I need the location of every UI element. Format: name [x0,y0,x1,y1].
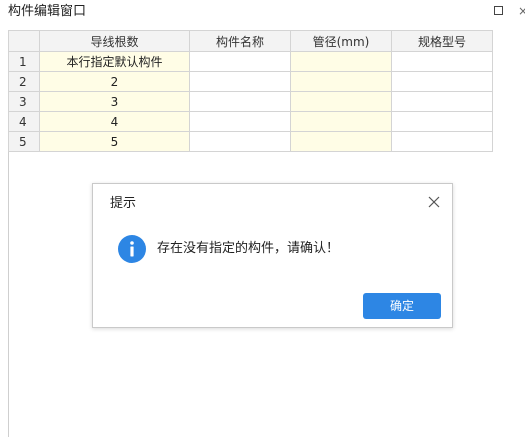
spec-model-cell[interactable] [391,131,493,152]
table-row: 1 本行指定默认构件 [8,51,493,72]
spec-model-cell[interactable] [391,91,493,112]
window-title: 构件编辑窗口 [8,4,87,19]
column-header-spec-model[interactable]: 规格型号 [391,30,493,52]
grid-header-row: 导线根数 构件名称 管径(mm) 规格型号 [8,30,493,52]
wire-count-cell[interactable]: 4 [39,111,190,132]
info-icon [118,235,146,263]
row-number[interactable]: 1 [8,51,40,72]
confirm-dialog: 提示 存在没有指定的构件，请确认！ 确定 [92,183,453,328]
column-header-wire-count[interactable]: 导线根数 [39,30,190,52]
column-header-component-name[interactable]: 构件名称 [189,30,291,52]
maximize-icon[interactable] [494,6,503,15]
pipe-diameter-cell[interactable] [290,71,392,92]
dialog-message: 存在没有指定的构件，请确认！ [157,241,340,256]
wire-count-cell[interactable]: 3 [39,91,190,112]
row-number[interactable]: 4 [8,111,40,132]
component-grid: 导线根数 构件名称 管径(mm) 规格型号 1 本行指定默认构件 2 2 3 3 [8,30,493,152]
pipe-diameter-cell[interactable] [290,111,392,132]
component-name-cell[interactable] [189,51,291,72]
pipe-diameter-cell[interactable] [290,91,392,112]
pipe-diameter-cell[interactable] [290,51,392,72]
row-number[interactable]: 2 [8,71,40,92]
row-number[interactable]: 3 [8,91,40,112]
row-number[interactable]: 5 [8,131,40,152]
pipe-diameter-cell[interactable] [290,131,392,152]
ok-button[interactable]: 确定 [363,293,441,319]
window-titlebar: 构件编辑窗口 × [0,0,525,26]
row-number-header [8,30,40,52]
component-name-cell[interactable] [189,91,291,112]
table-row: 5 5 [8,131,493,152]
component-name-cell[interactable] [189,131,291,152]
table-row: 2 2 [8,71,493,92]
wire-count-cell[interactable]: 2 [39,71,190,92]
wire-count-cell[interactable]: 5 [39,131,190,152]
close-icon[interactable] [426,194,442,210]
table-row: 4 4 [8,111,493,132]
table-row: 3 3 [8,91,493,112]
dialog-title: 提示 [110,196,137,211]
spec-model-cell[interactable] [391,111,493,132]
component-name-cell[interactable] [189,111,291,132]
column-header-pipe-diameter[interactable]: 管径(mm) [290,30,392,52]
component-name-cell[interactable] [189,71,291,92]
spec-model-cell[interactable] [391,71,493,92]
wire-count-cell[interactable]: 本行指定默认构件 [39,51,190,72]
close-icon[interactable]: × [518,4,525,18]
spec-model-cell[interactable] [391,51,493,72]
